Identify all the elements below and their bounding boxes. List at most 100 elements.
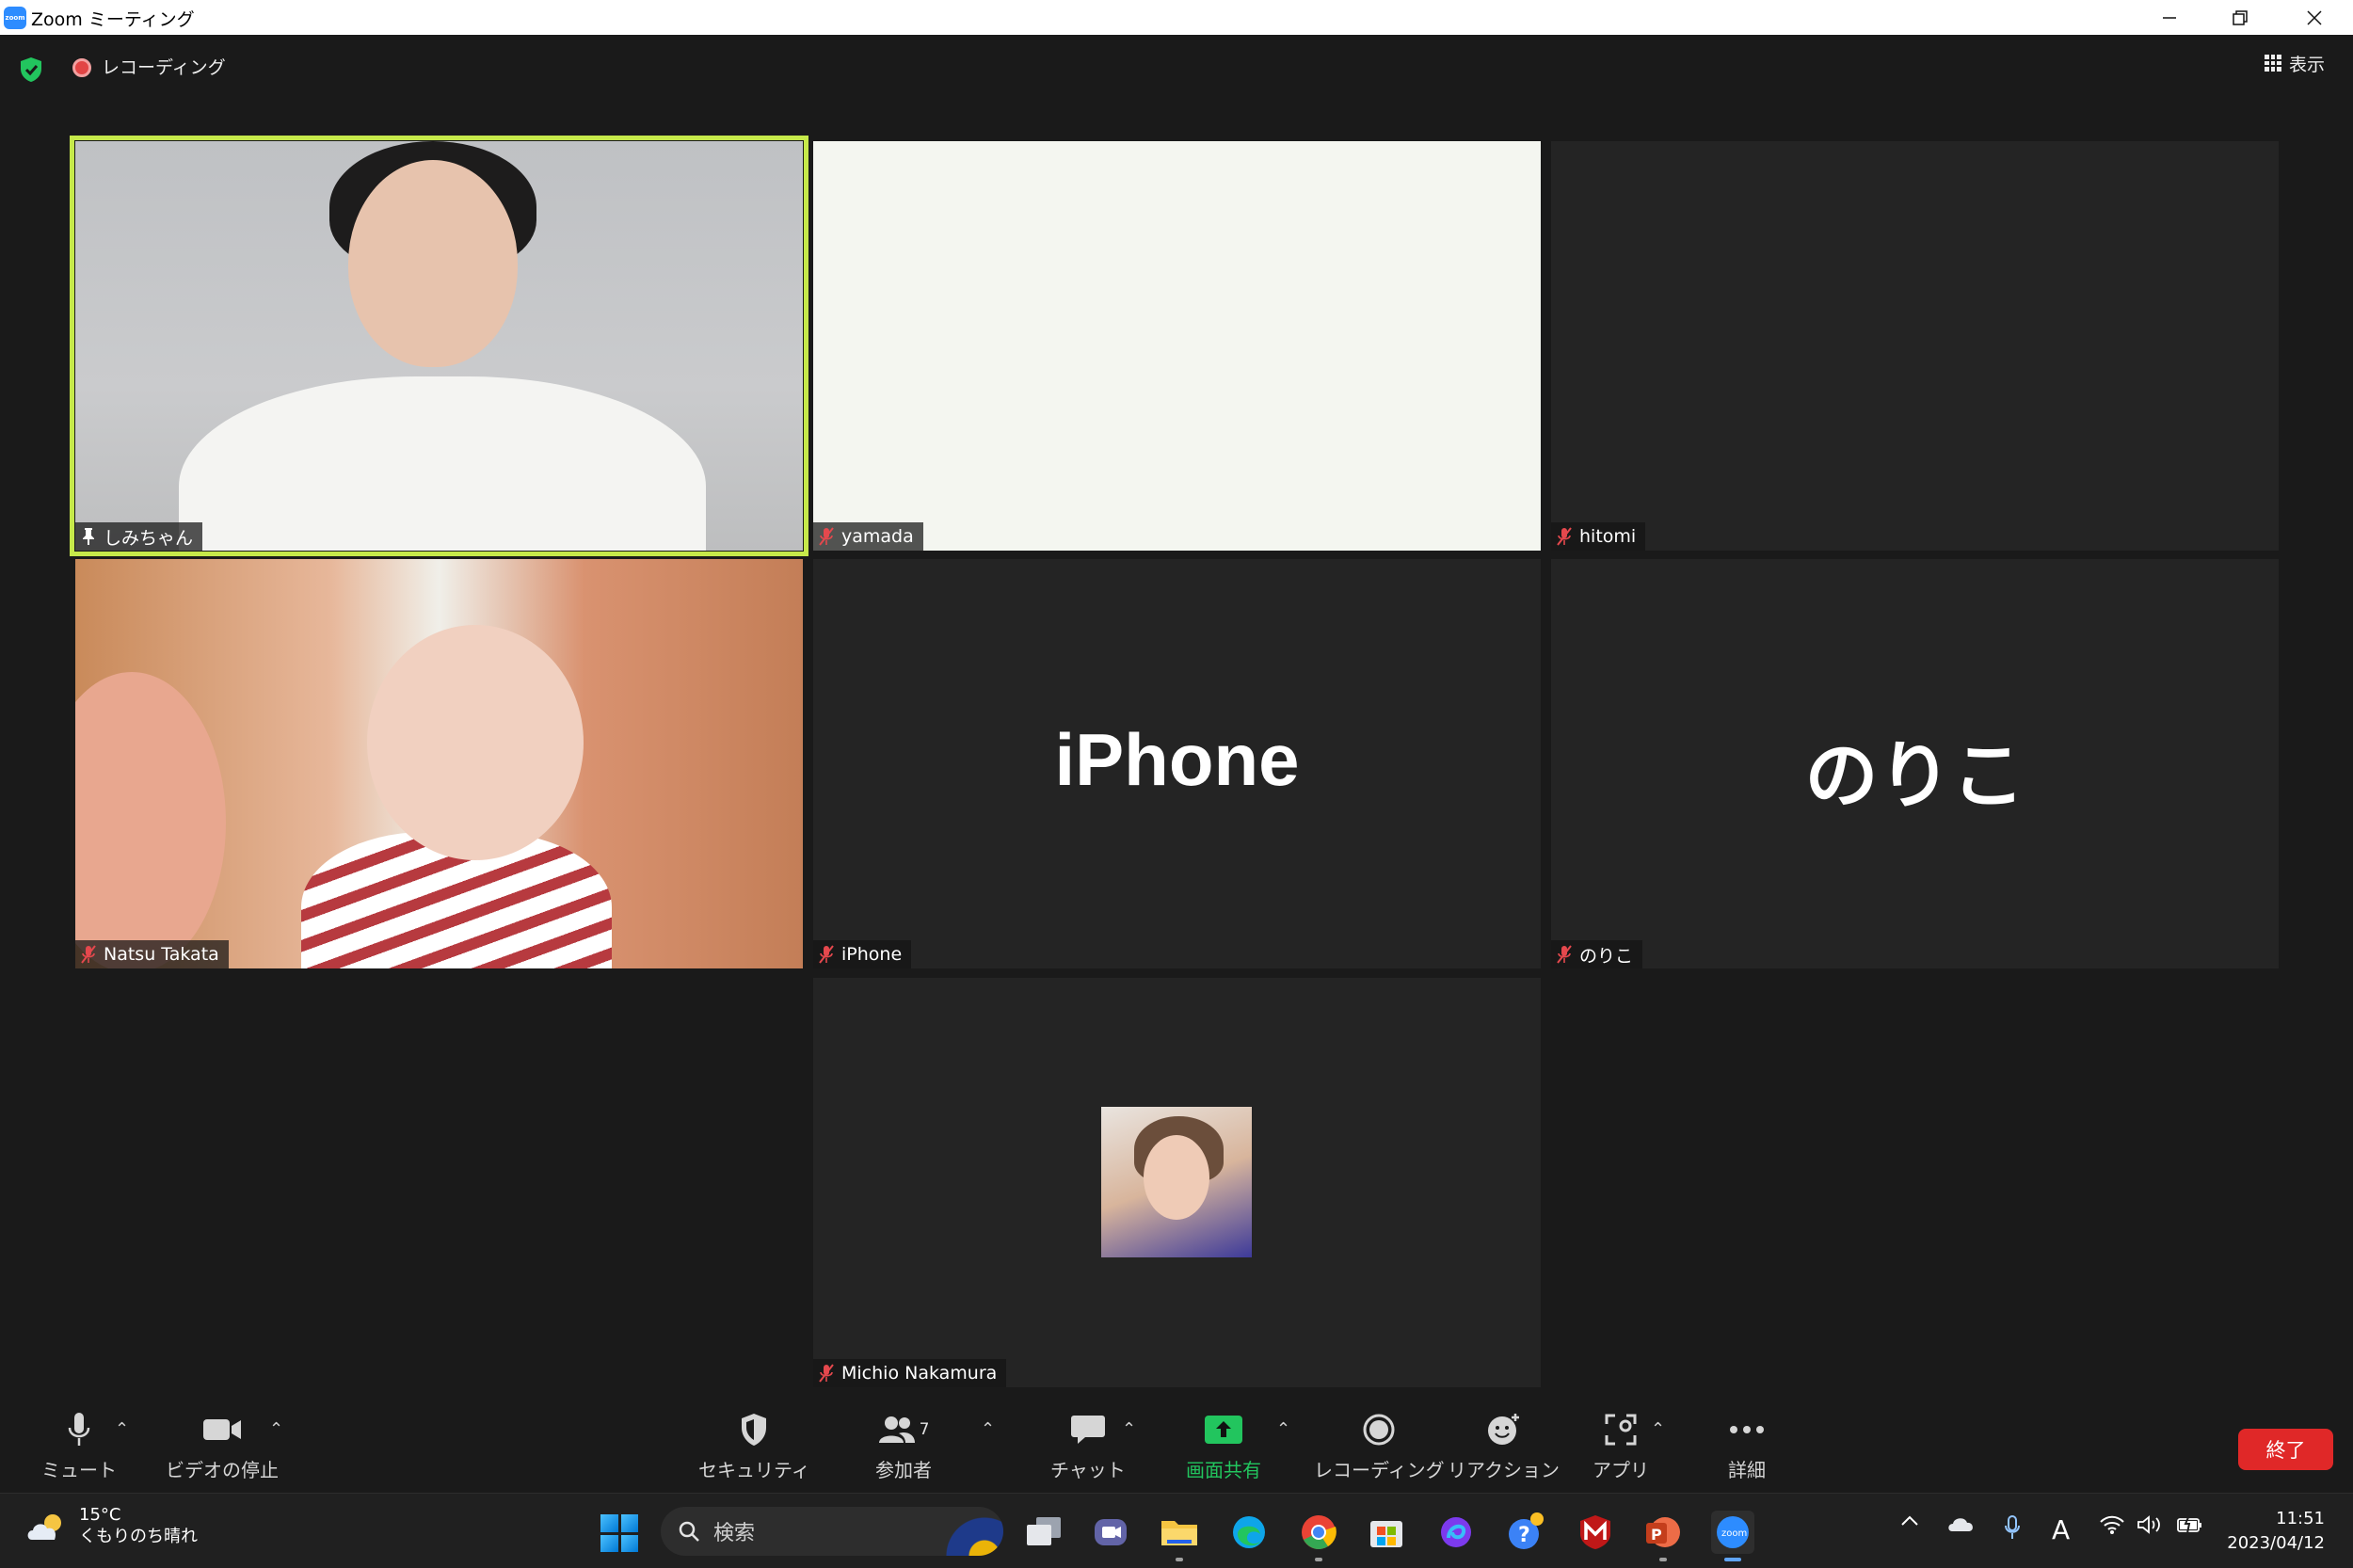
stop-video-button[interactable]: ビデオの停止	[166, 1410, 279, 1482]
reaction-smiley-icon	[1487, 1414, 1519, 1445]
participant-count: 7	[919, 1420, 930, 1439]
mcafee-icon[interactable]	[1574, 1511, 1617, 1554]
windows-start-icon[interactable]	[600, 1514, 638, 1552]
video-tile[interactable]: Natsu Takata	[75, 559, 803, 968]
volume-icon[interactable]	[2137, 1514, 2165, 1535]
participant-name-label: Natsu Takata	[75, 940, 229, 968]
recording-indicator-icon[interactable]	[72, 58, 91, 77]
participant-display-name: iPhone	[1054, 718, 1300, 801]
participants-icon	[878, 1416, 915, 1443]
video-tile[interactable]: のりこ のりこ	[1551, 559, 2279, 968]
partly-cloudy-icon	[27, 1513, 61, 1540]
zoom-taskbar-icon[interactable]: zoom	[1711, 1511, 1754, 1561]
participants-button[interactable]: 7 参加者	[875, 1410, 932, 1482]
svg-text:P: P	[1651, 1526, 1662, 1544]
participant-video	[75, 141, 803, 551]
participant-name-label: yamada	[813, 522, 923, 551]
muted-mic-icon	[1557, 945, 1572, 964]
clock-time: 11:51	[2276, 1509, 2325, 1528]
close-button[interactable]	[2281, 0, 2347, 35]
more-button[interactable]: 詳細	[1728, 1410, 1766, 1482]
powerpoint-icon[interactable]: P	[1641, 1511, 1685, 1561]
share-screen-button[interactable]: 画面共有	[1186, 1410, 1261, 1482]
os-taskbar: 15°C くもりのち晴れ 検索 ? P zoom A 11:51 2023/04…	[0, 1493, 2353, 1568]
share-screen-icon	[1205, 1416, 1242, 1444]
file-explorer-icon[interactable]	[1158, 1511, 1201, 1561]
microsoft-store-icon[interactable]	[1365, 1511, 1408, 1554]
share-options-chevron-icon[interactable]: ⌃	[1276, 1419, 1290, 1439]
participant-display-name: のりこ	[1804, 734, 2025, 817]
minimize-icon	[2163, 16, 2176, 19]
recording-label[interactable]: レコーディング	[102, 54, 226, 79]
record-icon	[1363, 1414, 1395, 1446]
view-button[interactable]: 表示	[2265, 46, 2325, 80]
copilot-icon[interactable]	[1434, 1511, 1478, 1554]
video-tile[interactable]: iPhone iPhone	[813, 559, 1541, 968]
muted-mic-icon	[81, 945, 96, 964]
microphone-icon	[68, 1413, 90, 1446]
recording-button[interactable]: レコーディング	[1314, 1410, 1445, 1482]
participant-name-label: iPhone	[813, 940, 912, 968]
restore-icon	[2233, 9, 2248, 25]
ime-indicator[interactable]: A	[2052, 1514, 2070, 1545]
apps-options-chevron-icon[interactable]: ⌃	[1651, 1419, 1665, 1439]
svg-text:?: ?	[1518, 1524, 1530, 1547]
security-shield-icon	[742, 1414, 767, 1446]
audio-options-chevron-icon[interactable]: ⌃	[115, 1419, 129, 1439]
muted-mic-icon	[819, 527, 834, 546]
minimize-button[interactable]	[2137, 0, 2202, 35]
chat-bubble-icon	[1070, 1416, 1105, 1444]
muted-mic-icon	[1557, 527, 1572, 546]
security-button[interactable]: セキュリティ	[698, 1410, 810, 1482]
chat-button[interactable]: チャット	[1050, 1410, 1126, 1482]
microphone-tray-icon[interactable]	[2003, 1514, 2022, 1541]
weather-description: くもりのち晴れ	[79, 1526, 198, 1546]
search-highlight-art	[909, 1507, 1003, 1556]
weather-widget[interactable]: 15°C くもりのち晴れ	[24, 1505, 198, 1547]
close-icon	[2307, 9, 2322, 25]
encryption-shield-icon[interactable]	[17, 56, 45, 84]
chrome-browser-icon[interactable]	[1297, 1511, 1340, 1561]
participant-name-label: しみちゃん	[75, 522, 203, 551]
clock-date: 2023/04/12	[2227, 1533, 2325, 1554]
reactions-button[interactable]: リアクション	[1448, 1410, 1560, 1482]
taskbar-search[interactable]: 検索	[661, 1507, 1003, 1556]
participant-video	[75, 559, 803, 968]
task-view-icon[interactable]	[1022, 1511, 1065, 1554]
wifi-icon[interactable]	[2099, 1514, 2125, 1535]
video-tile[interactable]: Michio Nakamura	[813, 978, 1541, 1387]
mute-button[interactable]: ミュート	[41, 1410, 117, 1482]
onedrive-cloud-icon[interactable]	[1946, 1514, 1975, 1533]
video-tile[interactable]: yamada	[813, 141, 1541, 551]
muted-mic-icon	[819, 945, 834, 964]
participant-name-label: Michio Nakamura	[813, 1359, 1007, 1387]
meeting-status-bar: レコーディング 表示	[0, 35, 2353, 99]
participants-options-chevron-icon[interactable]: ⌃	[981, 1419, 995, 1439]
meeting-toolbar: ミュート ⌃ ビデオの停止 ⌃ セキュリティ 7 参加者 ⌃ チャット ⌃ 画面…	[0, 1402, 2353, 1493]
teams-chat-icon[interactable]	[1090, 1511, 1133, 1554]
battery-charging-icon[interactable]	[2176, 1514, 2204, 1535]
show-hidden-icons-chevron-icon[interactable]	[1899, 1514, 1920, 1528]
view-label: 表示	[2289, 54, 2326, 75]
apps-icon	[1605, 1414, 1637, 1446]
video-tile[interactable]: しみちゃん	[70, 136, 808, 556]
more-dots-icon	[1730, 1426, 1764, 1433]
end-meeting-button[interactable]: 終了	[2238, 1429, 2333, 1470]
video-camera-icon	[203, 1419, 241, 1440]
edge-browser-icon[interactable]	[1227, 1511, 1271, 1554]
system-clock[interactable]: 11:51 2023/04/12	[2221, 1507, 2325, 1556]
search-icon	[679, 1521, 699, 1542]
muted-mic-icon	[819, 1364, 834, 1383]
help-icon[interactable]: ?	[1504, 1511, 1547, 1554]
video-options-chevron-icon[interactable]: ⌃	[269, 1419, 283, 1439]
restore-button[interactable]	[2207, 0, 2273, 35]
weather-temperature: 15°C	[79, 1505, 121, 1525]
chat-options-chevron-icon[interactable]: ⌃	[1122, 1419, 1136, 1439]
svg-text:zoom: zoom	[1721, 1528, 1747, 1539]
video-tile[interactable]: hitomi	[1551, 141, 2279, 551]
apps-button[interactable]: アプリ	[1593, 1410, 1649, 1482]
participant-name-label: hitomi	[1551, 522, 1646, 551]
grid-view-icon	[2265, 55, 2281, 72]
search-placeholder: 検索	[713, 1522, 756, 1545]
pin-icon	[83, 528, 94, 545]
